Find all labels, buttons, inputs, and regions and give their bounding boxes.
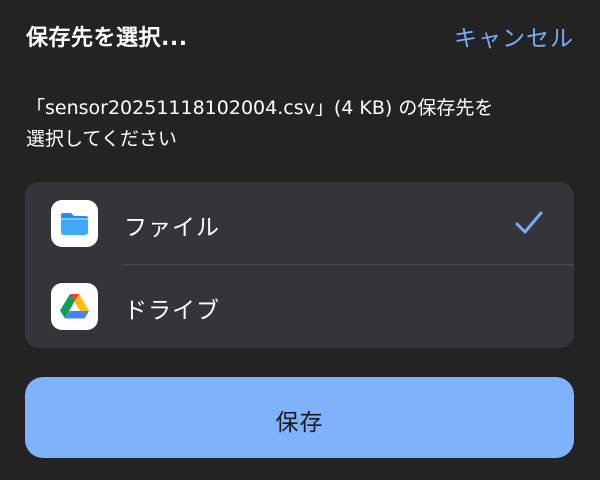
cancel-button[interactable]: キャンセル <box>454 19 574 53</box>
destination-list: ファイル ドライブ <box>25 182 574 348</box>
files-app-icon <box>51 200 98 247</box>
save-button[interactable]: 保存 <box>25 377 574 458</box>
destination-option-files[interactable]: ファイル <box>25 182 574 265</box>
save-message-line-2: 選択してください <box>26 128 177 150</box>
destination-label-drive: ドライブ <box>124 298 220 324</box>
sheet-header: 保存先を選択... キャンセル <box>0 0 600 70</box>
save-button-label: 保存 <box>275 410 324 436</box>
save-message: 「sensor20251118102004.csv」(4 KB) の保存先を 選… <box>26 93 586 155</box>
sheet-title: 保存先を選択... <box>26 26 188 51</box>
save-destination-sheet: 保存先を選択... キャンセル 「sensor20251118102004.cs… <box>0 0 600 480</box>
checkmark-icon <box>515 211 543 234</box>
save-message-line-1: 「sensor20251118102004.csv」(4 KB) の保存先を <box>26 97 494 119</box>
destination-option-drive[interactable]: ドライブ <box>25 265 574 348</box>
destination-label-files: ファイル <box>124 215 220 241</box>
google-drive-icon <box>51 283 98 330</box>
